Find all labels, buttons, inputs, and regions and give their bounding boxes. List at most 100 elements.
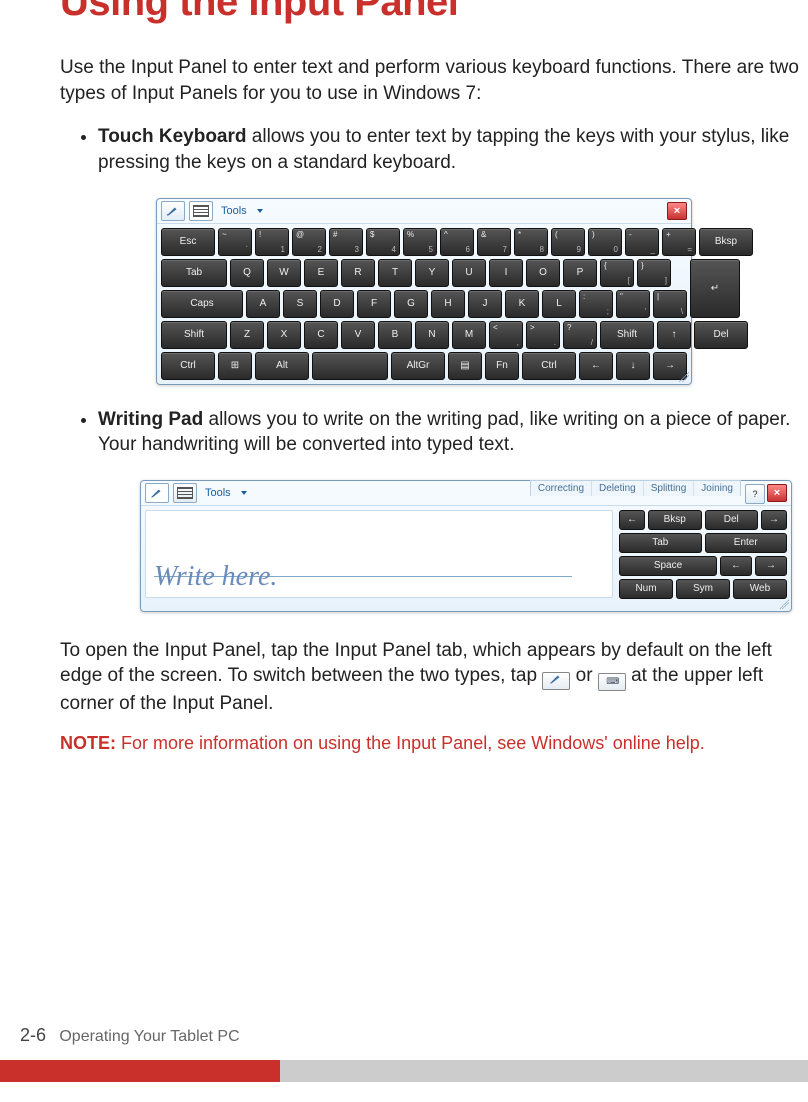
key-f[interactable]: F xyxy=(357,290,391,318)
key-grave[interactable]: ~` xyxy=(218,228,252,256)
key-p[interactable]: P xyxy=(563,259,597,287)
key-c[interactable]: C xyxy=(304,321,338,349)
key-space[interactable] xyxy=(312,352,388,380)
side-key-right[interactable]: → xyxy=(761,510,787,530)
key-m[interactable]: M xyxy=(452,321,486,349)
keyboard-row-3: Caps A S D F G H J K L :; "' |\ xyxy=(161,290,687,318)
keyboard-icon xyxy=(177,487,193,499)
key-2[interactable]: @2 xyxy=(292,228,326,256)
side-key-arrow-right[interactable]: → xyxy=(755,556,787,576)
key-h[interactable]: H xyxy=(431,290,465,318)
key-v[interactable]: V xyxy=(341,321,375,349)
key-1[interactable]: !1 xyxy=(255,228,289,256)
key-e[interactable]: E xyxy=(304,259,338,287)
tools-menu[interactable]: Tools xyxy=(201,487,235,499)
key-backslash[interactable]: |\ xyxy=(653,290,687,318)
key-equals[interactable]: += xyxy=(662,228,696,256)
key-4[interactable]: $4 xyxy=(366,228,400,256)
key-a[interactable]: A xyxy=(246,290,280,318)
side-key-left[interactable]: ← xyxy=(619,510,645,530)
side-key-sym[interactable]: Sym xyxy=(676,579,730,599)
key-y[interactable]: Y xyxy=(415,259,449,287)
key-x[interactable]: X xyxy=(267,321,301,349)
footer-gray-bar xyxy=(280,1060,808,1082)
key-esc[interactable]: Esc xyxy=(161,228,215,256)
key-i[interactable]: I xyxy=(489,259,523,287)
chevron-down-icon xyxy=(257,209,263,213)
key-z[interactable]: Z xyxy=(230,321,264,349)
tab-splitting[interactable]: Splitting xyxy=(644,481,695,496)
key-caps[interactable]: Caps xyxy=(161,290,243,318)
writing-pad-figure: Tools ? × Correcting Deleting Splitting … xyxy=(140,480,792,612)
resize-handle-icon[interactable] xyxy=(679,372,689,382)
side-key-arrow-left[interactable]: ← xyxy=(720,556,752,576)
key-down[interactable]: ↓ xyxy=(616,352,650,380)
note-label: NOTE: xyxy=(60,733,116,753)
key-6[interactable]: ^6 xyxy=(440,228,474,256)
key-s[interactable]: S xyxy=(283,290,317,318)
key-period[interactable]: >. xyxy=(526,321,560,349)
keyboard-mode-button[interactable] xyxy=(173,483,197,503)
key-r[interactable]: R xyxy=(341,259,375,287)
close-button[interactable]: × xyxy=(767,484,787,502)
key-bksp[interactable]: Bksp xyxy=(699,228,753,256)
key-ctrl-left[interactable]: Ctrl xyxy=(161,352,215,380)
key-shift-right[interactable]: Shift xyxy=(600,321,654,349)
key-n[interactable]: N xyxy=(415,321,449,349)
key-left[interactable]: ← xyxy=(579,352,613,380)
key-g[interactable]: G xyxy=(394,290,428,318)
side-key-tab[interactable]: Tab xyxy=(619,533,702,553)
key-lbracket[interactable]: {[ xyxy=(600,259,634,287)
writing-area[interactable]: Write here. xyxy=(145,510,613,598)
key-rbracket[interactable]: }] xyxy=(637,259,671,287)
key-k[interactable]: K xyxy=(505,290,539,318)
tools-menu[interactable]: Tools xyxy=(217,205,251,217)
writing-mode-button[interactable] xyxy=(145,483,169,503)
key-slash[interactable]: ?/ xyxy=(563,321,597,349)
help-button[interactable]: ? xyxy=(745,484,765,504)
writing-mode-button[interactable] xyxy=(161,201,185,221)
key-quote[interactable]: "' xyxy=(616,290,650,318)
key-minus[interactable]: -_ xyxy=(625,228,659,256)
key-7[interactable]: &7 xyxy=(477,228,511,256)
key-enter[interactable]: ↵ xyxy=(690,259,740,318)
key-alt[interactable]: Alt xyxy=(255,352,309,380)
tab-deleting[interactable]: Deleting xyxy=(592,481,644,496)
side-key-space[interactable]: Space xyxy=(619,556,717,576)
side-key-bksp[interactable]: Bksp xyxy=(648,510,702,530)
key-w[interactable]: W xyxy=(267,259,301,287)
key-u[interactable]: U xyxy=(452,259,486,287)
key-b[interactable]: B xyxy=(378,321,412,349)
key-d[interactable]: D xyxy=(320,290,354,318)
key-9[interactable]: (9 xyxy=(551,228,585,256)
key-5[interactable]: %5 xyxy=(403,228,437,256)
key-ctrl-right[interactable]: Ctrl xyxy=(522,352,576,380)
key-comma[interactable]: <, xyxy=(489,321,523,349)
key-0[interactable]: )0 xyxy=(588,228,622,256)
tab-correcting[interactable]: Correcting xyxy=(531,481,592,496)
key-l[interactable]: L xyxy=(542,290,576,318)
side-key-web[interactable]: Web xyxy=(733,579,787,599)
key-up[interactable]: ↑ xyxy=(657,321,691,349)
side-key-enter[interactable]: Enter xyxy=(705,533,788,553)
key-tab[interactable]: Tab xyxy=(161,259,227,287)
key-3[interactable]: #3 xyxy=(329,228,363,256)
key-shift-left[interactable]: Shift xyxy=(161,321,227,349)
key-j[interactable]: J xyxy=(468,290,502,318)
key-semicolon[interactable]: :; xyxy=(579,290,613,318)
resize-handle-icon[interactable] xyxy=(779,599,789,609)
key-del[interactable]: Del xyxy=(694,321,748,349)
key-t[interactable]: T xyxy=(378,259,412,287)
key-win[interactable]: ⊞ xyxy=(218,352,252,380)
side-key-del[interactable]: Del xyxy=(705,510,759,530)
key-8[interactable]: *8 xyxy=(514,228,548,256)
keyboard-mode-button[interactable] xyxy=(189,201,213,221)
key-fn[interactable]: Fn xyxy=(485,352,519,380)
tab-joining[interactable]: Joining xyxy=(694,481,740,496)
side-key-num[interactable]: Num xyxy=(619,579,673,599)
key-menu[interactable]: ▤ xyxy=(448,352,482,380)
key-q[interactable]: Q xyxy=(230,259,264,287)
close-button[interactable]: × xyxy=(667,202,687,220)
key-altgr[interactable]: AltGr xyxy=(391,352,445,380)
key-o[interactable]: O xyxy=(526,259,560,287)
